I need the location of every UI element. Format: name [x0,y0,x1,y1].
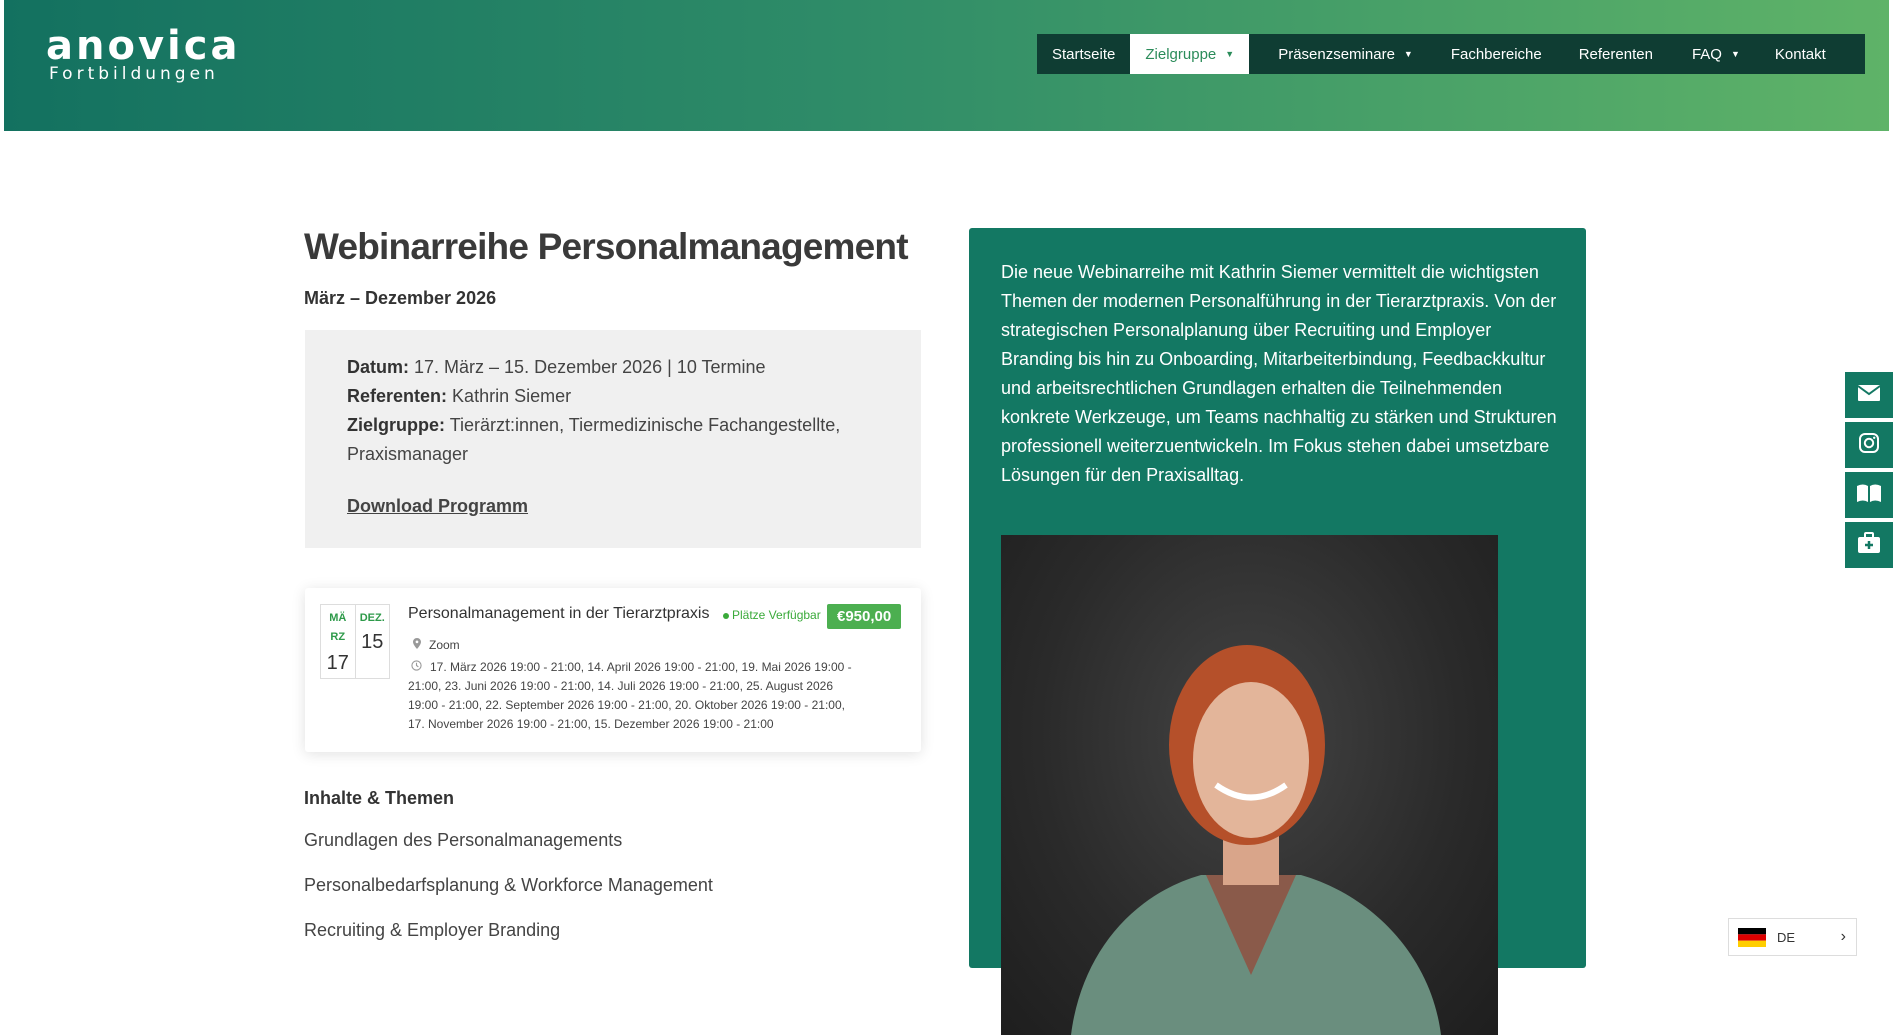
info-zielgruppe: Zielgruppe: Tierärzt:innen, Tiermedizini… [347,411,887,469]
info-label: Referenten: [347,386,448,406]
start-month: MÄRZ [329,612,347,643]
caret-down-icon: ▼ [1225,49,1235,59]
page-subtitle: März – Dezember 2026 [304,288,497,308]
instagram-icon [1858,432,1880,459]
info-datum: Datum: 17. März – 15. Dezember 2026 | 10… [347,353,887,382]
site-header: anovica Fortbildungen Startseite Zielgru… [4,0,1889,131]
language-switcher[interactable]: DE › [1728,918,1857,956]
event-card[interactable]: MÄRZ 17 DEZ. 15 Personalmanagement in de… [305,588,921,752]
nav-item-faq[interactable]: FAQ ▼ [1668,34,1755,74]
status-label: Plätze Verfügbar [732,608,821,622]
event-date-box: MÄRZ 17 DEZ. 15 [320,604,390,679]
page-title: Webinarreihe Personalmanagement [304,226,909,267]
logo-brand: anovica [46,23,241,69]
info-value: Kathrin Siemer [452,386,572,406]
chevron-right-icon: › [1840,928,1846,945]
language-code: DE [1777,929,1796,945]
nav-label: Zielgruppe [1145,45,1217,63]
nav-item-praesenzseminare[interactable]: Präsenzseminare ▼ [1249,34,1428,74]
nav-label: FAQ [1691,45,1722,63]
description-text: Die neue Webinarreihe mit Kathrin Siemer… [1001,262,1557,485]
book-icon [1856,483,1882,508]
event-location: Zoom [413,638,460,652]
main-nav: Startseite Zielgruppe ▼ Präsenzseminare ▼ … [1037,34,1865,74]
topic-item: Grundlagen des Personalmanagements [304,830,623,850]
caret-down-icon: ▼ [1403,49,1413,59]
end-month: DEZ. [359,612,385,624]
dates-list: 17. März 2026 19:00 - 21:00, 14. April 2… [408,660,852,731]
availability-status: Plätze Verfügbar [723,608,821,622]
social-medical[interactable] [1845,522,1893,568]
mail-icon [1857,384,1881,407]
event-title[interactable]: Personalmanagement in der Tierarztpraxis [408,605,709,623]
price-badge: €950,00 [827,604,902,629]
topic-item: Personalbedarfsplanung & Workforce Manag… [304,875,713,895]
nav-item-startseite[interactable]: Startseite [1037,34,1130,74]
nav-label: Präsenzseminare [1278,45,1395,63]
description-panel: Die neue Webinarreihe mit Kathrin Siemer… [969,228,1586,1035]
info-referenten: Referenten: Kathrin Siemer [347,382,887,411]
social-book[interactable] [1845,472,1893,518]
medical-kit-icon [1857,531,1881,559]
social-instagram[interactable] [1845,422,1893,468]
section-title-topics: Inhalte & Themen [304,788,455,808]
event-info-box: Datum: 17. März – 15. Dezember 2026 | 10… [305,330,921,548]
end-date: DEZ. 15 [354,605,390,678]
nav-item-fachbereiche[interactable]: Fachbereiche [1428,34,1557,74]
start-day: 17 [326,652,349,674]
site-logo[interactable]: anovica Fortbildungen [46,26,240,84]
nav-label: Kontakt [1774,45,1826,63]
topic-item: Recruiting & Employer Branding [304,920,561,940]
info-value: 17. März – 15. Dezember 2026 | 10 Termin… [414,357,766,377]
start-date: MÄRZ 17 [321,605,355,678]
speaker-photo [1001,535,1498,1035]
location-pin-icon [413,638,421,652]
clock-icon [411,658,422,677]
social-mail[interactable] [1845,372,1893,418]
nav-label: Fachbereiche [1450,45,1542,63]
nav-label: Startseite [1052,45,1116,63]
nav-item-zielgruppe[interactable]: Zielgruppe ▼ [1130,34,1250,74]
info-label: Datum: [347,357,409,377]
location-label: Zoom [429,638,460,652]
nav-item-kontakt[interactable]: Kontakt [1755,34,1841,74]
logo-subtitle: Fortbildungen [49,64,219,84]
caret-down-icon: ▼ [1730,49,1740,59]
download-program-link[interactable]: Download Programm [347,496,528,517]
status-dot-icon [723,612,729,619]
german-flag-icon [1738,927,1766,947]
end-day: 15 [361,631,384,653]
nav-label: Referenten [1578,45,1653,63]
info-label: Zielgruppe: [347,415,445,435]
event-dates: 17. März 2026 19:00 - 21:00, 14. April 2… [408,658,858,734]
nav-item-referenten[interactable]: Referenten [1557,34,1668,74]
